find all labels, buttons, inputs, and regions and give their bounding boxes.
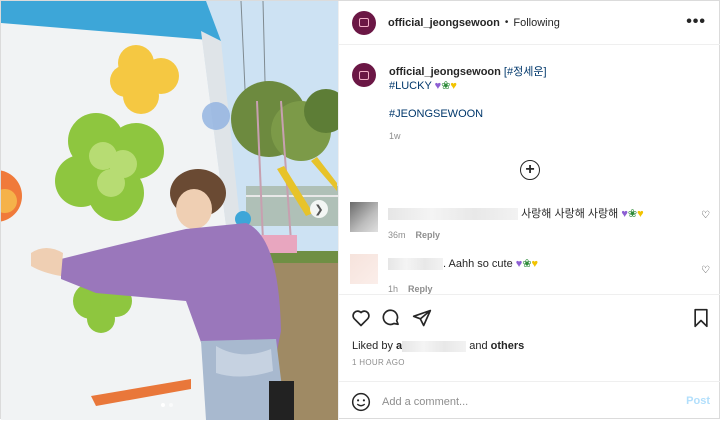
- avatar[interactable]: [352, 10, 376, 35]
- separator-dot: •: [504, 17, 509, 28]
- post-header: official_jeongsewoon • Following •••: [339, 1, 720, 45]
- share-icon[interactable]: [412, 308, 432, 328]
- caption-avatar[interactable]: [352, 63, 376, 87]
- carousel-dot: [169, 403, 173, 407]
- caption-username[interactable]: official_jeongsewoon: [389, 66, 501, 78]
- post-photo[interactable]: ❯: [1, 1, 338, 420]
- likes-user[interactable]: a: [396, 340, 467, 352]
- likes-joiner: and: [469, 340, 488, 352]
- comment-like-heart-icon[interactable]: ♡: [701, 210, 710, 221]
- comment-body: 사랑해 사랑해 사랑해 ♥❀♥: [388, 205, 644, 221]
- avatar[interactable]: [350, 202, 378, 232]
- caption-tag-lucky[interactable]: #LUCKY: [389, 80, 432, 92]
- likes-others[interactable]: others: [491, 340, 525, 352]
- caption-tag-name[interactable]: [#정세운]: [504, 66, 547, 78]
- comment-like-heart-icon[interactable]: ♡: [701, 265, 710, 276]
- reply-button[interactable]: Reply: [416, 230, 441, 240]
- heart-yellow-icon: ♥: [531, 258, 539, 270]
- heart-yellow-icon: ♥: [450, 80, 457, 92]
- avatar[interactable]: [350, 254, 378, 284]
- caption-time: 1w: [389, 131, 401, 141]
- blurred-username: [388, 258, 443, 271]
- following-button[interactable]: Following: [513, 17, 559, 29]
- post-side-panel: official_jeongsewoon • Following ••• off…: [338, 1, 720, 420]
- heart-yellow-icon: ♥: [637, 208, 644, 220]
- blurred-username: [388, 208, 518, 221]
- likes-prefix: Liked by: [352, 340, 393, 352]
- comment-icon[interactable]: [381, 308, 401, 328]
- emoji-icon[interactable]: [351, 392, 371, 412]
- heart-icon[interactable]: [351, 308, 371, 328]
- post-modal: ❯ official_jeongsewoon • Following ••• o…: [0, 0, 720, 420]
- four-leaf-clover-icon: ❀: [627, 208, 638, 220]
- carousel-dot: [161, 403, 165, 407]
- post-comment-button[interactable]: Post: [686, 395, 710, 407]
- post-actions: Liked by a and others 1 HOUR AGO Post: [339, 294, 720, 420]
- four-leaf-clover-icon: ❀: [522, 258, 532, 270]
- reply-button[interactable]: Reply: [408, 284, 433, 294]
- blurred-username: [402, 340, 467, 352]
- comment-meta: 36m Reply: [388, 230, 440, 240]
- comment-time: 1h: [388, 284, 399, 294]
- comment-meta: 1h Reply: [388, 284, 433, 294]
- more-icon[interactable]: •••: [686, 14, 706, 30]
- caption-text: official_jeongsewoon [#정세운] #LUCKY ♥❀♥ #…: [389, 65, 547, 121]
- comment-text: 사랑해 사랑해 사랑해: [521, 208, 619, 220]
- caption-tag-hashtag[interactable]: #JEONGSEWOON: [389, 108, 483, 120]
- likes-summary: Liked by a and others: [352, 340, 524, 352]
- carousel-dots: [161, 403, 173, 407]
- plus-circle-icon[interactable]: +: [520, 160, 540, 180]
- add-comment-input[interactable]: [382, 392, 662, 412]
- photo-illustration: [1, 1, 338, 420]
- add-comment-bar: Post: [339, 381, 720, 421]
- bookmark-icon[interactable]: [691, 308, 711, 328]
- comment-body: . Aahh so cute ♥❀♥: [388, 257, 539, 271]
- comment-text: . Aahh so cute: [443, 258, 513, 270]
- posted-time: 1 HOUR AGO: [352, 358, 405, 367]
- header-username[interactable]: official_jeongsewoon: [388, 17, 500, 29]
- next-photo-chevron-right-icon[interactable]: ❯: [310, 200, 328, 218]
- comment-time: 36m: [388, 230, 406, 240]
